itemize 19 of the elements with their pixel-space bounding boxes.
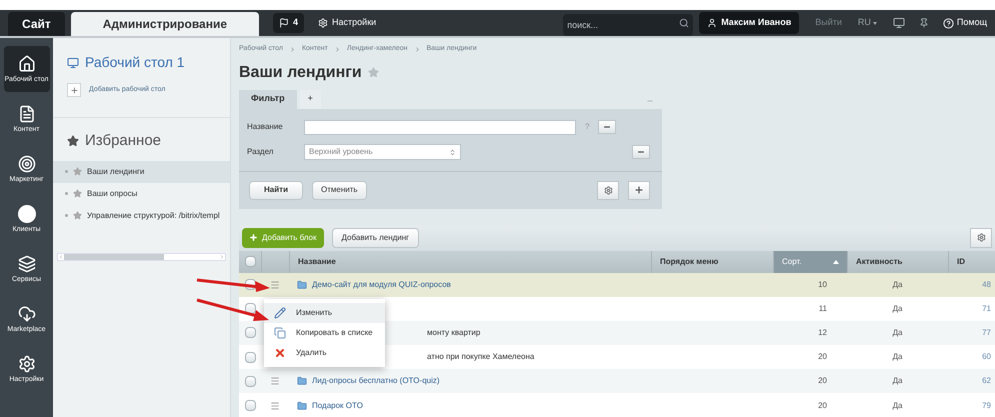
table-cell-text: Да (892, 278, 904, 291)
table-cell-text: 20 (817, 375, 828, 388)
table-cell-text: Да (892, 375, 904, 388)
table-cell-text: 12 (817, 326, 828, 339)
favorites-title: Избранное (85, 131, 162, 151)
field-label: Название (247, 121, 284, 133)
favorite-label: Управление структурой: /bitrix/templ (87, 210, 220, 222)
page-title: Ваши лендинги (239, 62, 362, 82)
table-cell-text: 11 (818, 302, 828, 315)
table-cell-text: Да (892, 351, 904, 364)
table-cell-text: 10 (817, 278, 828, 291)
field-label: Раздел (247, 146, 274, 158)
table-cell-text: Да (892, 326, 904, 339)
table-cell-text: Да (892, 302, 904, 315)
table-cell-text: 20 (817, 351, 828, 364)
favorite-label: Ваши лендинги (87, 166, 144, 178)
table-cell-text: 20 (817, 400, 828, 412)
favorite-label: Ваши опросы (87, 188, 138, 200)
table-cell-text: Да (892, 400, 904, 412)
